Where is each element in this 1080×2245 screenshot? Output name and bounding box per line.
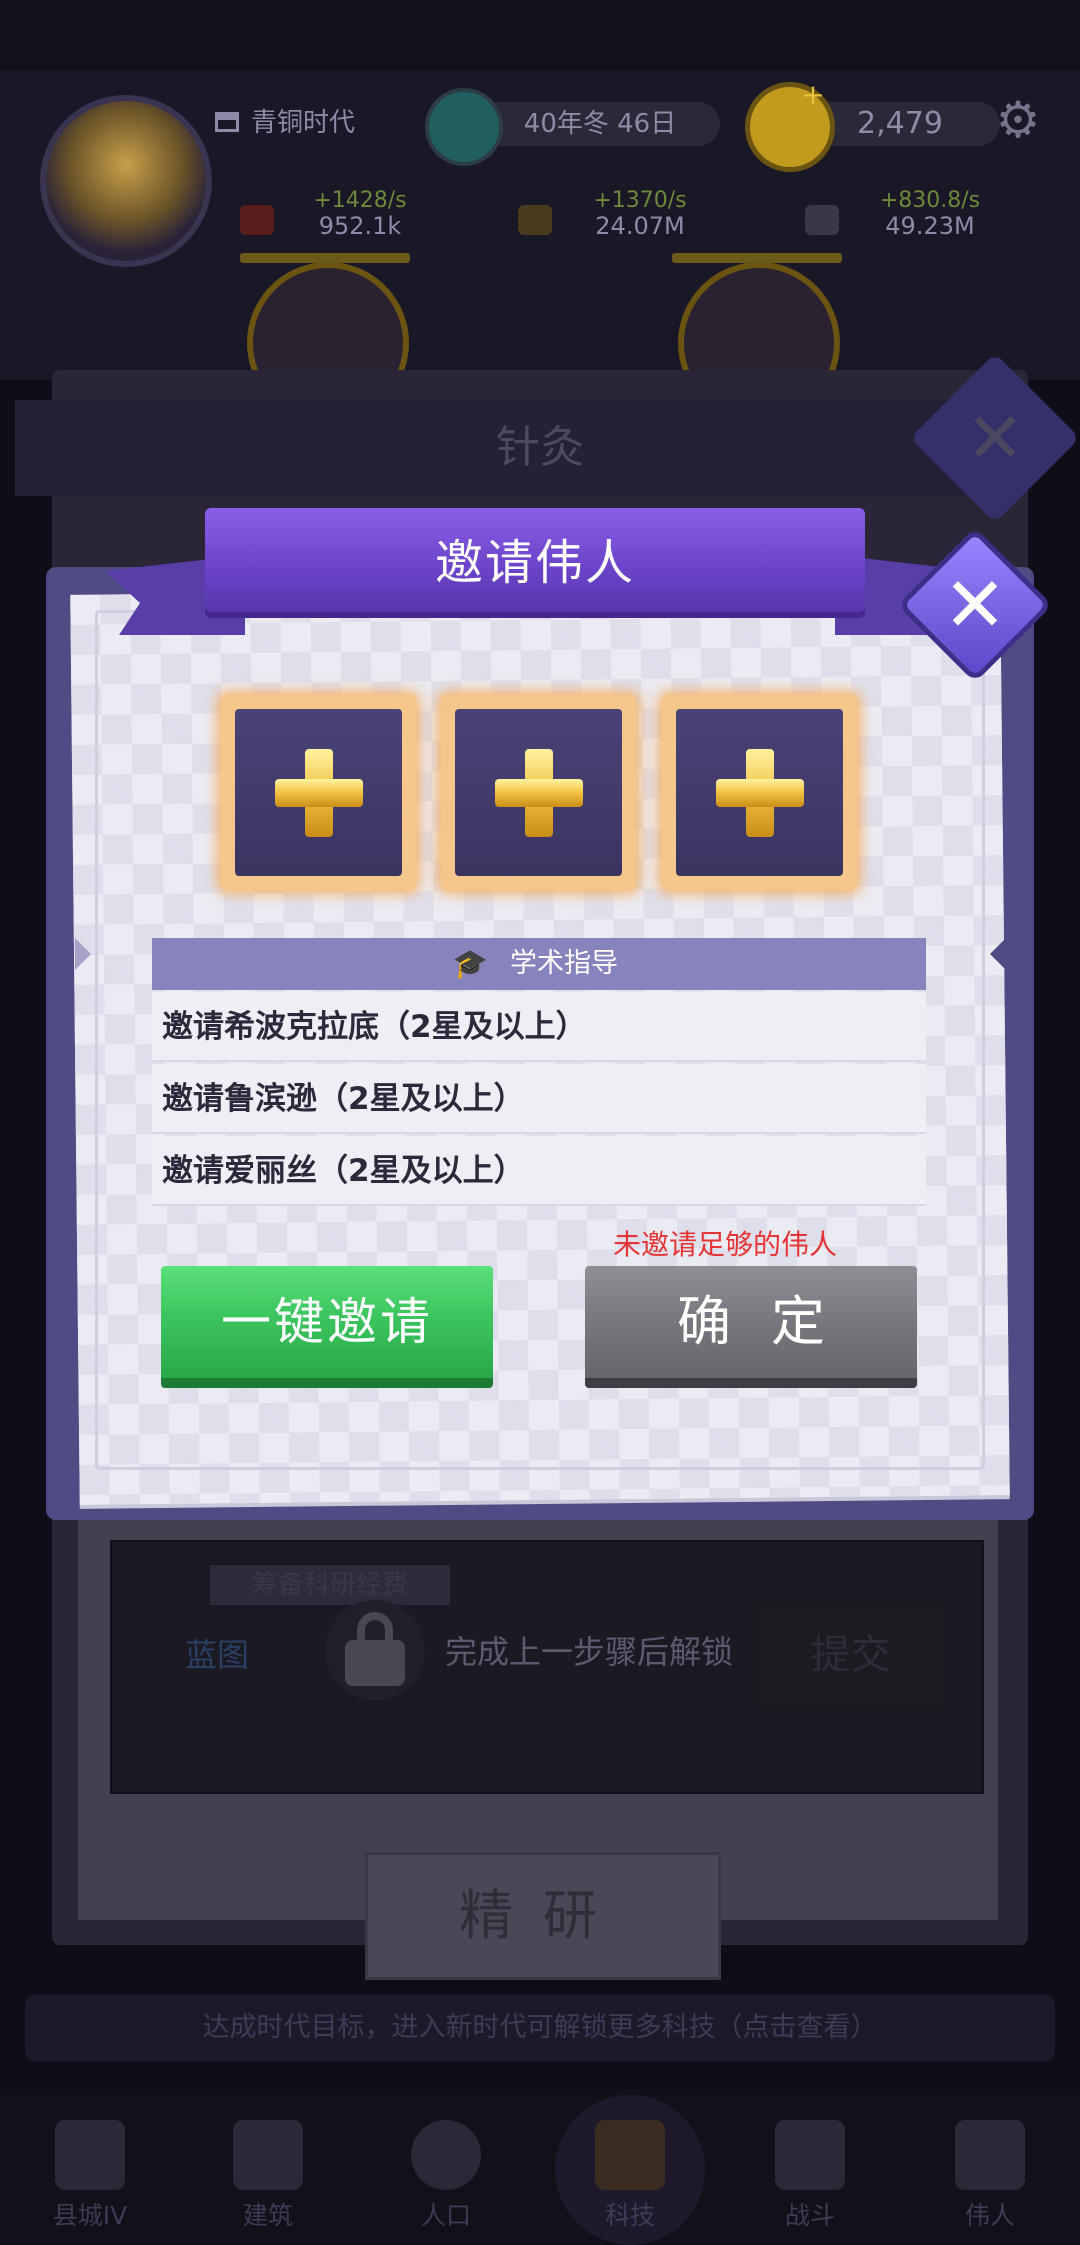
requirement-row: 邀请希波克拉底（2星及以上） bbox=[152, 992, 926, 1062]
submit-button[interactable]: 提交 bbox=[758, 1605, 943, 1705]
nav-item-population[interactable]: 人口 bbox=[381, 2100, 511, 2240]
person-icon bbox=[955, 2120, 1025, 2190]
city-avatar[interactable] bbox=[40, 95, 212, 267]
plus-icon-bar bbox=[495, 779, 583, 807]
refine-button[interactable]: 精研 bbox=[365, 1852, 721, 1980]
population-icon bbox=[411, 2120, 481, 2190]
plus-icon-bar bbox=[275, 779, 363, 807]
close-icon: ✕ bbox=[943, 560, 1007, 649]
era-label: 青铜时代 bbox=[251, 108, 356, 138]
nav-label: 人口 bbox=[420, 2201, 471, 2230]
requirement-header-label: 学术指导 bbox=[510, 948, 618, 979]
nav-label: 建筑 bbox=[242, 2201, 293, 2230]
requirement-row: 邀请鲁滨逊（2星及以上） bbox=[152, 1064, 926, 1134]
resource-rate: +830.8/s bbox=[879, 188, 981, 213]
budget-label: 筹备科研经费 bbox=[210, 1565, 450, 1605]
nav-label: 科技 bbox=[604, 2201, 655, 2230]
slot-inner bbox=[455, 709, 622, 876]
lock-body bbox=[345, 1640, 405, 1686]
swords-icon bbox=[775, 2120, 845, 2190]
stone-icon bbox=[805, 205, 839, 235]
blueprint-label: 蓝图 bbox=[185, 1636, 250, 1674]
resource-amount: 49.23M bbox=[885, 212, 975, 240]
resource-rate: +1428/s bbox=[313, 188, 407, 213]
snowflake-icon bbox=[425, 88, 503, 166]
nav-label: 战斗 bbox=[784, 2201, 835, 2230]
bottom-nav bbox=[0, 2090, 1080, 2244]
building-icon bbox=[233, 2120, 303, 2190]
graduation-cap-icon: 🎓 bbox=[452, 947, 488, 980]
town-icon bbox=[55, 2120, 125, 2190]
requirement-text: 邀请爱丽丝（2星及以上） bbox=[162, 1153, 525, 1189]
meat-icon bbox=[240, 205, 274, 235]
invite-slot-3[interactable] bbox=[662, 695, 857, 890]
season-date: 40年冬 46日 bbox=[480, 102, 720, 146]
tech-title: 针灸 bbox=[496, 422, 584, 473]
warning-text: 未邀请足够的伟人 bbox=[612, 1228, 837, 1261]
nav-item-town[interactable]: 县城IV bbox=[25, 2100, 155, 2240]
plus-icon-bar bbox=[716, 779, 804, 807]
slot-inner bbox=[676, 709, 843, 876]
gear-icon[interactable]: ⚙ bbox=[990, 92, 1046, 148]
wood-icon bbox=[518, 205, 552, 235]
nav-item-battle[interactable]: 战斗 bbox=[745, 2100, 875, 2240]
nav-item-tech[interactable]: 科技 bbox=[565, 2100, 695, 2240]
book-icon bbox=[595, 2120, 665, 2190]
add-coin-icon[interactable]: + bbox=[800, 81, 826, 109]
requirement-text: 邀请希波克拉底（2星及以上） bbox=[162, 1009, 587, 1045]
requirement-row: 邀请爱丽丝（2星及以上） bbox=[152, 1136, 926, 1206]
left-arrow-marker bbox=[75, 938, 91, 970]
slot-inner bbox=[235, 709, 402, 876]
era-goal-banner[interactable]: 达成时代目标，进入新时代可解锁更多科技（点击查看） bbox=[25, 1995, 1055, 2061]
invite-all-button[interactable]: 一键邀请 bbox=[161, 1266, 493, 1388]
resource-amount: 952.1k bbox=[318, 212, 402, 240]
nav-label: 伟人 bbox=[964, 2201, 1015, 2230]
nav-item-building[interactable]: 建筑 bbox=[203, 2100, 333, 2240]
invite-slot-2[interactable] bbox=[441, 695, 636, 890]
status-bar-area bbox=[0, 0, 1080, 70]
confirm-button[interactable]: 确定 bbox=[585, 1266, 917, 1388]
close-button[interactable]: ✕ bbox=[895, 525, 1055, 685]
nav-label: 县城IV bbox=[52, 2201, 128, 2230]
nav-item-greatpeople[interactable]: 伟人 bbox=[925, 2100, 1055, 2240]
invite-slot-1[interactable] bbox=[221, 695, 416, 890]
modal-title: 邀请伟人 bbox=[434, 535, 635, 591]
right-arrow-marker bbox=[990, 938, 1006, 970]
requirement-text: 邀请鲁滨逊（2星及以上） bbox=[162, 1081, 525, 1117]
resource-amount: 24.07M bbox=[595, 212, 685, 240]
close-icon[interactable]: ✕ bbox=[935, 378, 1055, 498]
resource-rate: +1370/s bbox=[593, 188, 687, 213]
